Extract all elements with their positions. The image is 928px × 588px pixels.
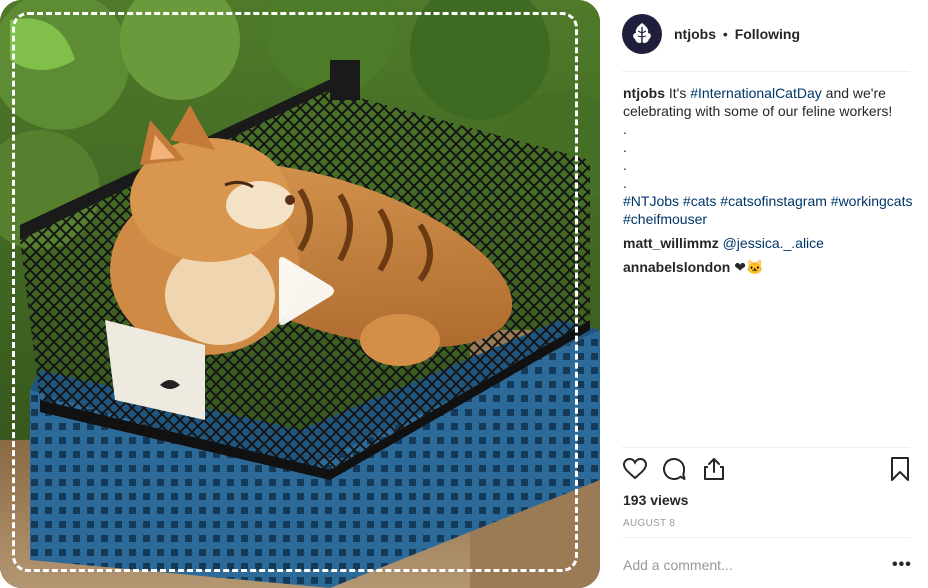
caption-dot: . <box>623 121 627 137</box>
heart-icon[interactable] <box>622 456 648 482</box>
hashtag-link[interactable]: #cheifmouser <box>623 211 707 227</box>
following-button[interactable]: Following <box>735 26 800 42</box>
hashtag-link[interactable]: #workingcats <box>831 193 913 209</box>
post-date[interactable]: AUGUST 8 <box>623 518 675 529</box>
play-icon[interactable] <box>271 255 335 327</box>
comment-mention-link[interactable]: @jessica._.alice <box>723 235 824 251</box>
hashtag-link[interactable]: #NTJobs <box>623 193 679 209</box>
caption-dot: . <box>623 175 627 191</box>
comment-username-link[interactable]: matt_willimmz <box>623 235 719 251</box>
username-link[interactable]: ntjobs <box>674 26 716 42</box>
post-header: ntjobs • Following <box>622 12 908 56</box>
header-divider <box>622 71 910 72</box>
bookmark-icon[interactable] <box>887 456 913 482</box>
post-header-text: ntjobs • Following <box>674 26 800 42</box>
header-separator: • <box>722 26 728 42</box>
caption-hashtags: #NTJobs #cats #catsofinstagram #workingc… <box>623 192 913 228</box>
post-side-panel: ntjobs • Following ntjobs It's #Internat… <box>610 0 920 588</box>
comment-item: matt_willimmz @jessica._.alice <box>623 234 913 252</box>
post-actions <box>622 456 912 486</box>
view-count[interactable]: 193 views <box>623 492 688 508</box>
comment-bubble-icon[interactable] <box>661 456 687 482</box>
more-options-icon[interactable]: ••• <box>892 556 912 574</box>
hashtag-link[interactable]: #catsofinstagram <box>720 193 827 209</box>
post-caption: ntjobs It's #InternationalCatDay and we'… <box>623 84 913 276</box>
caption-text-1: It's <box>665 85 691 101</box>
oak-leaf-icon[interactable] <box>622 14 662 54</box>
caption-dot: . <box>623 157 627 173</box>
comment-text: ❤🐱 <box>734 259 764 275</box>
comment-username-link[interactable]: annabelslondon <box>623 259 730 275</box>
hashtag-link[interactable]: #cats <box>683 193 716 209</box>
caption-body: ntjobs It's #InternationalCatDay and we'… <box>623 84 913 120</box>
comment-divider <box>622 537 910 538</box>
comment-item: annabelslondon ❤🐱 <box>623 258 913 276</box>
comment-input[interactable]: Add a comment... <box>623 557 733 573</box>
post-video[interactable] <box>0 0 600 588</box>
actions-divider <box>622 447 910 448</box>
caption-hashtag-link[interactable]: #InternationalCatDay <box>690 85 822 101</box>
share-icon[interactable] <box>701 456 727 482</box>
caption-username-link[interactable]: ntjobs <box>623 85 665 101</box>
caption-dot: . <box>623 139 627 155</box>
